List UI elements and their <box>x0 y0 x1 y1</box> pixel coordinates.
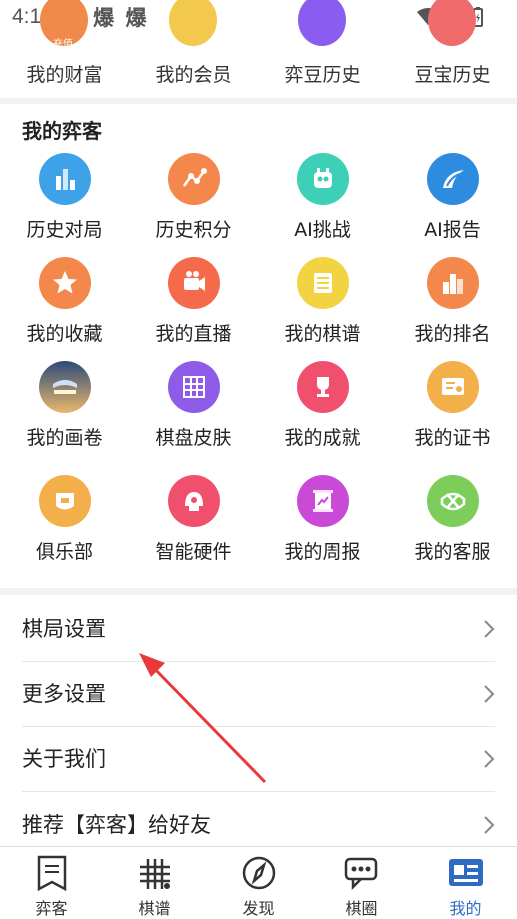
tab-label: 我的 <box>449 899 482 918</box>
grid-board-icon <box>140 859 170 889</box>
grid-item-scroll-painting[interactable]: 我的画卷 <box>0 361 129 450</box>
bottom-tab-bar: 弈客 棋谱 发现 棋圈 我的 <box>0 846 517 919</box>
wealth-item[interactable]: 我的会员 <box>129 0 258 87</box>
wealth-item[interactable]: 豆宝历史 <box>388 0 517 87</box>
certificate-icon <box>426 361 479 413</box>
treasure-history-icon <box>428 0 476 46</box>
achievements-icon <box>296 361 349 413</box>
book-icon <box>37 855 67 892</box>
bean-history-icon <box>298 0 346 46</box>
chevron-right-icon <box>484 750 495 768</box>
compass-icon <box>242 856 276 890</box>
tab-yike[interactable]: 弈客 <box>0 847 103 919</box>
grid-label: AI挑战 <box>294 219 351 241</box>
grid-label: 俱乐部 <box>35 541 93 563</box>
grid-label: 我的画卷 <box>26 427 103 449</box>
history-score-icon <box>167 153 220 205</box>
row-divider <box>22 791 495 792</box>
tab-label: 发现 <box>242 899 275 918</box>
club-icon <box>38 475 91 527</box>
grid-label: AI报告 <box>424 219 481 241</box>
grid-label: 历史对局 <box>26 219 103 241</box>
grid-label: 我的棋谱 <box>284 323 361 345</box>
tab-records[interactable]: 棋谱 <box>103 847 206 919</box>
settings-row-about-us[interactable]: 关于我们 <box>0 727 517 792</box>
settings-label: 棋局设置 <box>22 617 106 641</box>
grid-item-certificate[interactable]: 我的证书 <box>388 361 517 450</box>
tab-circle[interactable]: 棋圈 <box>310 847 413 919</box>
tab-mine[interactable]: 我的 <box>414 847 517 919</box>
chat-bubble-icon <box>344 857 378 891</box>
grid-item-history-score[interactable]: 历史积分 <box>129 153 258 242</box>
tab-label: 弈客 <box>35 899 68 918</box>
game-records-icon <box>296 257 349 309</box>
grid-item-board-skin[interactable]: 棋盘皮肤 <box>129 361 258 450</box>
grid-item-achievements[interactable]: 我的成就 <box>258 361 387 450</box>
tab-discover[interactable]: 发现 <box>207 847 310 919</box>
wealth-item[interactable]: 弈豆历史 <box>258 0 387 87</box>
settings-row-game-settings[interactable]: 棋局设置 <box>0 597 517 662</box>
grid-label: 我的排名 <box>414 323 491 345</box>
grid-item-ai-challenge[interactable]: AI挑战 <box>258 153 387 242</box>
settings-label: 更多设置 <box>22 682 106 706</box>
vip-icon <box>169 0 217 46</box>
chevron-right-icon <box>484 685 495 703</box>
scroll-painting-icon <box>38 361 91 413</box>
board-skin-icon <box>167 361 220 413</box>
tab-label: 棋谱 <box>138 899 171 918</box>
wealth-item[interactable]: 充值 我的财富 <box>0 0 129 87</box>
grid-label: 我的证书 <box>414 427 491 449</box>
tab-label: 棋圈 <box>345 899 378 918</box>
grid-label: 我的收藏 <box>26 323 103 345</box>
wealth-label: 我的会员 <box>155 64 232 86</box>
live-icon <box>167 257 220 309</box>
history-games-icon <box>38 153 91 205</box>
wealth-row: 充值 我的财富 我的会员 弈豆历史 豆宝历史 <box>0 0 517 100</box>
section-divider <box>0 98 517 104</box>
grid-label: 历史积分 <box>155 219 232 241</box>
settings-label: 关于我们 <box>22 747 106 771</box>
section-divider <box>0 588 517 595</box>
grid-item-customer-service[interactable]: 我的客服 <box>388 475 517 564</box>
wealth-label: 豆宝历史 <box>414 64 491 86</box>
grid-item-weekly-report[interactable]: 我的周报 <box>258 475 387 564</box>
grid-item-smart-hardware[interactable]: 智能硬件 <box>129 475 258 564</box>
smart-hardware-icon <box>167 475 220 527</box>
settings-label: 推荐【弈客】给好友 <box>22 813 211 837</box>
wealth-label: 我的财富 <box>26 64 103 86</box>
section-title: 我的弈客 <box>22 119 102 143</box>
grid-label: 我的直播 <box>155 323 232 345</box>
recharge-badge: 充值 <box>53 39 73 50</box>
grid-label: 我的客服 <box>414 541 491 563</box>
customer-service-icon <box>426 475 479 527</box>
profile-card-icon <box>449 859 483 886</box>
ranking-icon <box>426 257 479 309</box>
grid-item-history-games[interactable]: 历史对局 <box>0 153 129 242</box>
grid-label: 我的成就 <box>284 427 361 449</box>
grid-item-game-records[interactable]: 我的棋谱 <box>258 257 387 346</box>
grid-item-club[interactable]: 俱乐部 <box>0 475 129 564</box>
grid-item-favorites[interactable]: 我的收藏 <box>0 257 129 346</box>
chevron-right-icon <box>484 620 495 638</box>
ai-challenge-icon <box>296 153 349 205</box>
grid-label: 智能硬件 <box>155 541 232 563</box>
favorites-icon <box>38 257 91 309</box>
weekly-report-icon <box>296 475 349 527</box>
settings-row-more-settings[interactable]: 更多设置 <box>0 662 517 727</box>
grid-label: 棋盘皮肤 <box>155 427 232 449</box>
ai-report-icon <box>426 153 479 205</box>
grid-label: 我的周报 <box>284 541 361 563</box>
grid-item-live[interactable]: 我的直播 <box>129 257 258 346</box>
settings-row-recommend[interactable]: 推荐【弈客】给好友 <box>0 793 517 846</box>
chevron-right-icon <box>484 816 495 834</box>
grid-item-ai-report[interactable]: AI报告 <box>388 153 517 242</box>
grid-item-ranking[interactable]: 我的排名 <box>388 257 517 346</box>
wealth-label: 弈豆历史 <box>284 64 361 86</box>
